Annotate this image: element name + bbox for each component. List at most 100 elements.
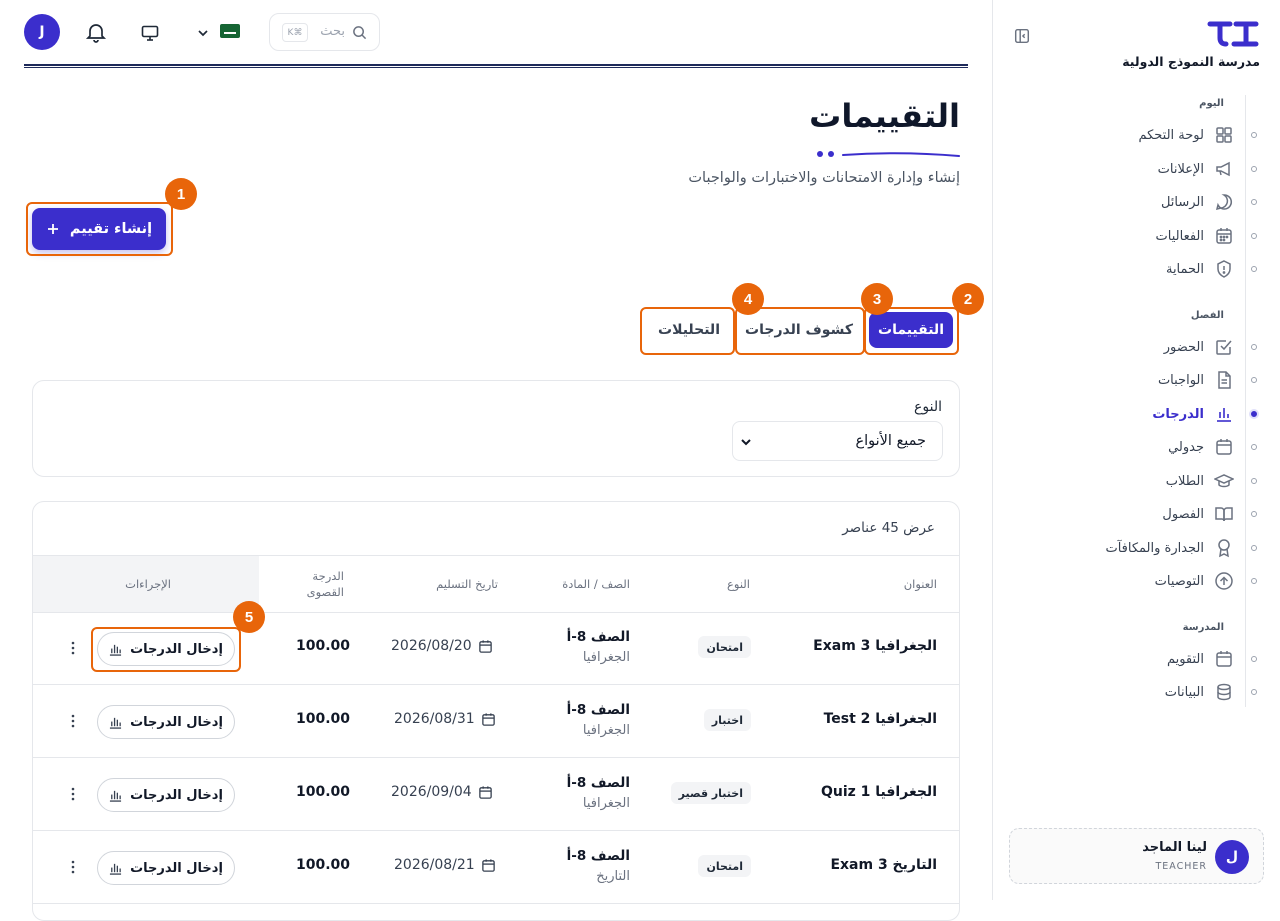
section-label-today: اليوم	[1199, 98, 1224, 109]
due-date-value: 2026/09/04	[391, 784, 472, 800]
enter-grades-button[interactable]: إدخال الدرجات	[97, 778, 235, 812]
type-select[interactable]: جميع الأنواع	[732, 421, 943, 461]
enter-grades-button[interactable]: إدخال الدرجات	[97, 632, 235, 666]
enter-grades-button[interactable]: إدخال الدرجات	[97, 705, 235, 739]
arrow-up-circle-icon	[1214, 571, 1234, 591]
subject-name: الجغرافيا	[582, 650, 630, 665]
sidebar-item-announcements[interactable]: الإعلانات	[992, 153, 1280, 185]
calendar-icon	[1214, 649, 1234, 669]
max-score: 100.00	[296, 638, 351, 654]
due-date: 2026/08/31	[394, 711, 496, 727]
more-vertical-icon[interactable]	[65, 640, 81, 656]
column-header-title: العنوان	[903, 577, 937, 591]
sidebar-item-label: التقويم	[1166, 651, 1204, 667]
sidebar: مدرسة النموذج الدولية اليوم لوحة التحكم …	[992, 0, 1280, 900]
chevron-down-icon[interactable]	[196, 26, 210, 40]
calendar-icon	[481, 712, 496, 727]
class-name: الصف 8-أ	[566, 702, 630, 718]
annotation-badge-3: 3	[861, 283, 893, 315]
type-badge: اختبار	[703, 709, 751, 731]
sidebar-item-label: الفعاليات	[1155, 228, 1204, 244]
section-label-school: المدرسة	[1182, 622, 1224, 633]
enter-grades-button[interactable]: إدخال الدرجات	[97, 851, 235, 885]
bar-chart-icon	[109, 789, 122, 802]
sidebar-item-attendance[interactable]: الحضور	[992, 331, 1280, 363]
award-icon	[1214, 538, 1234, 558]
filter-card: النوع جميع الأنواع	[32, 380, 960, 477]
max-score: 100.00	[296, 711, 351, 727]
bar-chart-icon	[109, 643, 122, 656]
search-shortcut: K⌘	[282, 23, 308, 42]
sidebar-item-protection[interactable]: الحماية	[992, 253, 1280, 285]
assessments-table: عرض 45 عناصر العنوان النوع الصف / المادة…	[32, 501, 960, 921]
due-date: 2026/09/04	[391, 784, 493, 800]
chevron-down-icon	[739, 435, 753, 449]
enter-grades-label: إدخال الدرجات	[130, 714, 223, 730]
graduation-cap-icon	[1214, 471, 1234, 491]
sidebar-collapse-icon[interactable]	[1013, 27, 1031, 45]
nav-dot	[1251, 689, 1257, 695]
topbar: J بحث K⌘	[24, 12, 968, 52]
nav-dot	[1251, 545, 1257, 551]
bar-chart-icon	[109, 716, 122, 729]
calendar-icon	[481, 858, 496, 873]
more-vertical-icon[interactable]	[65, 713, 81, 729]
enter-grades-label: إدخال الدرجات	[130, 860, 223, 876]
bell-icon[interactable]	[85, 21, 107, 43]
sidebar-item-dashboard[interactable]: لوحة التحكم	[992, 119, 1280, 151]
document-icon	[1214, 370, 1234, 390]
create-assessment-label: إنشاء تقييم	[69, 221, 153, 237]
table-header: العنوان النوع الصف / المادة تاريخ التسلي…	[33, 555, 959, 613]
tab-assessments[interactable]: التقييمات	[869, 312, 953, 348]
nav-dot	[1251, 266, 1257, 272]
shield-icon	[1214, 259, 1234, 279]
search-input[interactable]: بحث K⌘	[269, 13, 380, 51]
more-vertical-icon[interactable]	[65, 859, 81, 875]
sidebar-item-label: الجدارة والمكافآت	[1105, 540, 1204, 556]
sidebar-item-label: التوصيات	[1154, 573, 1204, 589]
tab-gradebooks[interactable]: كشوف الدرجات	[739, 312, 859, 348]
assessment-title[interactable]: الجغرافيا Quiz 1	[821, 784, 937, 800]
sidebar-item-label: البيانات	[1164, 684, 1204, 700]
user-card[interactable]: ل لينا الماجد TEACHER	[1009, 828, 1264, 884]
create-assessment-button[interactable]: إنشاء تقييم	[32, 208, 166, 250]
nav-dot	[1251, 656, 1257, 662]
sidebar-item-calendar[interactable]: التقويم	[992, 643, 1280, 675]
assessment-title[interactable]: التاريخ Exam 3	[830, 857, 937, 873]
subject-name: التاريخ	[596, 869, 630, 884]
due-date-value: 2026/08/20	[391, 638, 472, 654]
sidebar-item-label: الرسائل	[1160, 194, 1204, 210]
column-header-max-line2: القصوى	[306, 585, 344, 599]
sidebar-item-recommendations[interactable]: التوصيات	[992, 565, 1280, 597]
table-row: الجغرافيا Test 2 اختبار الصف 8-أ الجغراف…	[33, 685, 959, 758]
sidebar-item-merit-rewards[interactable]: الجدارة والمكافآت	[992, 532, 1280, 564]
tab-analytics[interactable]: التحليلات	[646, 312, 732, 348]
class-name: الصف 8-أ	[566, 848, 630, 864]
column-header-due: تاريخ التسليم	[436, 577, 498, 591]
sidebar-item-homework[interactable]: الواجبات	[992, 364, 1280, 396]
annotation-badge-4: 4	[732, 283, 764, 315]
subject-name: الجغرافيا	[582, 796, 630, 811]
sidebar-item-events[interactable]: الفعاليات	[992, 220, 1280, 252]
monitor-icon[interactable]	[140, 23, 160, 43]
max-score: 100.00	[296, 784, 351, 800]
saudi-flag-icon[interactable]	[220, 24, 240, 38]
enter-grades-label: إدخال الدرجات	[130, 787, 223, 803]
sidebar-item-grades[interactable]: الدرجات	[992, 398, 1280, 430]
sidebar-item-label: الطلاب	[1165, 473, 1204, 489]
avatar[interactable]: J	[24, 14, 60, 50]
sidebar-item-messages[interactable]: الرسائل	[992, 186, 1280, 218]
table-row: التاريخ Exam 3 امتحان الصف 8-أ التاريخ 2…	[33, 831, 959, 904]
assessment-title[interactable]: الجغرافيا Exam 3	[813, 638, 937, 654]
sidebar-item-my-schedule[interactable]: جدولي	[992, 431, 1280, 463]
sidebar-item-data[interactable]: البيانات	[992, 676, 1280, 708]
bar-chart-icon	[109, 862, 122, 875]
column-header-type: النوع	[727, 577, 750, 591]
sidebar-item-students[interactable]: الطلاب	[992, 465, 1280, 497]
sidebar-item-classes[interactable]: الفصول	[992, 498, 1280, 530]
nav-dot	[1251, 233, 1257, 239]
more-vertical-icon[interactable]	[65, 786, 81, 802]
assessment-title[interactable]: الجغرافيا Test 2	[824, 711, 937, 727]
nav-dot	[1251, 166, 1257, 172]
search-placeholder: بحث	[320, 24, 345, 39]
